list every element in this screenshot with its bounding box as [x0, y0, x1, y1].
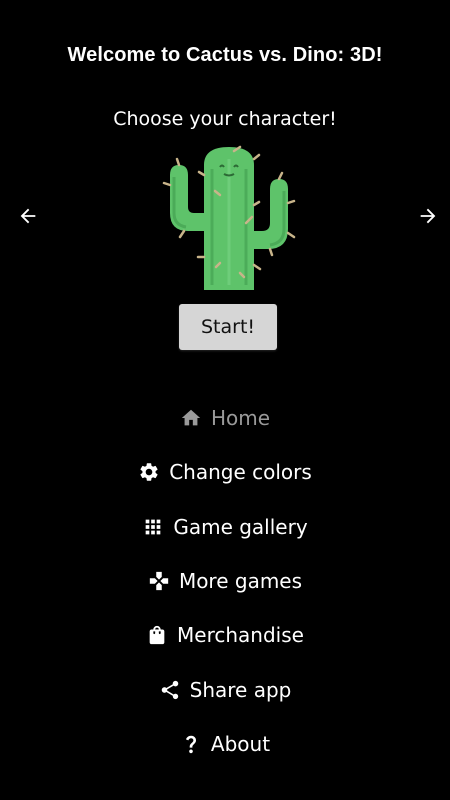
menu-item-label: Change colors — [169, 460, 312, 485]
menu-item-change-colors[interactable]: Change colors — [0, 445, 450, 499]
gamepad-icon — [148, 570, 170, 592]
shopping-bag-icon — [146, 624, 168, 646]
question-icon — [180, 733, 202, 755]
gear-icon — [138, 461, 160, 483]
menu-item-share-app[interactable]: Share app — [0, 662, 450, 716]
next-character-button[interactable] — [414, 202, 442, 230]
menu-item-more-games[interactable]: More games — [0, 554, 450, 608]
arrow-right-icon — [420, 208, 436, 224]
character-preview — [160, 145, 298, 290]
character-prompt: Choose your character! — [113, 108, 337, 130]
menu-item-merchandise[interactable]: Merchandise — [0, 608, 450, 662]
main-menu: Home Change colors Game gallery More gam… — [0, 391, 450, 771]
menu-item-home[interactable]: Home — [0, 391, 450, 445]
menu-item-label: Home — [210, 406, 271, 431]
menu-item-label: Merchandise — [177, 623, 304, 648]
share-icon — [159, 679, 181, 701]
menu-item-label: Share app — [189, 677, 292, 702]
menu-item-about[interactable]: About — [0, 717, 450, 771]
menu-item-label: More games — [178, 569, 303, 594]
cactus-icon — [162, 145, 296, 290]
menu-item-label: About — [210, 731, 271, 756]
menu-item-game-gallery[interactable]: Game gallery — [0, 500, 450, 554]
grid-icon — [142, 516, 164, 538]
start-button[interactable]: Start! — [179, 304, 277, 350]
home-icon — [180, 407, 202, 429]
previous-character-button[interactable] — [14, 202, 42, 230]
page-title: Welcome to Cactus vs. Dino: 3D! — [67, 44, 383, 66]
arrow-left-icon — [20, 208, 36, 224]
menu-item-label: Game gallery — [173, 514, 308, 539]
